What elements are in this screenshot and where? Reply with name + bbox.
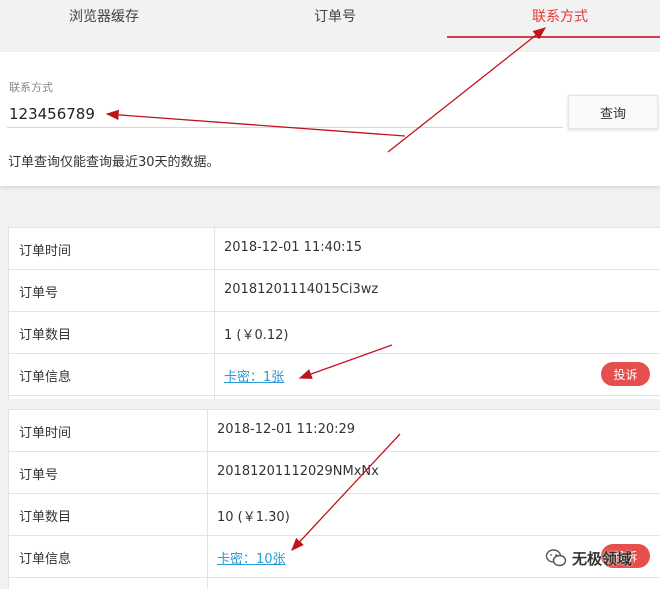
- order-row-number: 订单号 20181201112029NMxNx: [9, 452, 660, 494]
- watermark-text: 无极领域: [572, 550, 633, 568]
- order-number-value: 20181201112029NMxNx: [217, 464, 379, 479]
- tab-bar: 浏览器缓存 订单号 联系方式: [0, 0, 660, 38]
- card-secret-link[interactable]: 卡密：1张: [224, 366, 284, 385]
- active-tab-indicator: [447, 36, 660, 38]
- query-hint: 订单查询仅能查询最近30天的数据。: [8, 155, 220, 170]
- order-count-label: 订单数目: [19, 510, 72, 525]
- order-time-value: 2018-12-01 11:40:15: [224, 240, 363, 255]
- order-time-label: 订单时间: [19, 426, 72, 441]
- order-row-count: 订单数目 1 (￥0.12): [9, 312, 660, 354]
- order-number-value: 20181201114015Ci3wz: [224, 282, 379, 297]
- order-number-label: 订单号: [19, 468, 59, 483]
- search-panel: 联系方式 查询 订单查询仅能查询最近30天的数据。: [0, 52, 660, 186]
- order-info-label: 订单信息: [19, 552, 72, 567]
- order-count-label: 订单数目: [19, 328, 72, 343]
- order-row-time: 订单时间 2018-12-01 11:20:29: [9, 410, 660, 452]
- order-row-number: 订单号 20181201114015Ci3wz: [9, 270, 660, 312]
- order-row-time: 订单时间 2018-12-01 11:40:15: [9, 228, 660, 270]
- contact-input[interactable]: [7, 101, 563, 128]
- tab-contact[interactable]: 联系方式: [532, 6, 588, 26]
- order-number-label: 订单号: [19, 286, 59, 301]
- tab-order-number[interactable]: 订单号: [314, 6, 356, 26]
- contact-field-label: 联系方式: [9, 81, 53, 94]
- order-row-count: 订单数目 10 (￥1.30): [9, 494, 660, 536]
- order-count-value: 1 (￥0.12): [224, 328, 289, 343]
- wechat-icon: [545, 549, 567, 567]
- tab-browser-cache[interactable]: 浏览器缓存: [69, 6, 139, 26]
- card-secret-link[interactable]: 卡密：10张: [217, 548, 286, 567]
- complain-button[interactable]: 投诉: [601, 362, 650, 386]
- order-time-value: 2018-12-01 11:20:29: [217, 422, 356, 437]
- query-button[interactable]: 查询: [568, 95, 658, 129]
- order-count-value: 10 (￥1.30): [217, 510, 290, 525]
- order-time-label: 订单时间: [19, 244, 72, 259]
- order-card: 订单时间 2018-12-01 11:40:15 订单号 20181201114…: [8, 227, 660, 399]
- order-row-info: 订单信息 卡密：1张 投诉: [9, 354, 660, 396]
- order-info-label: 订单信息: [19, 370, 72, 385]
